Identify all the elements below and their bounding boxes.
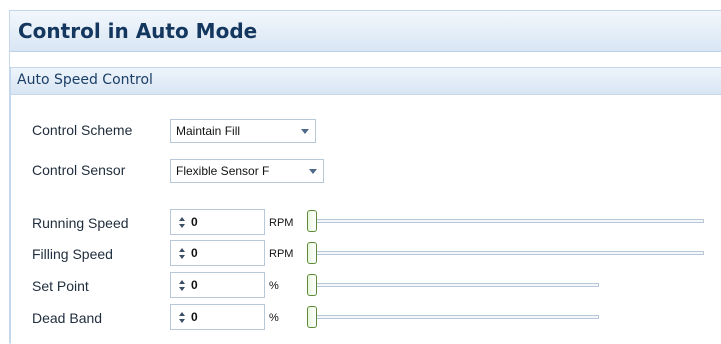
group-title: Auto Speed Control	[17, 72, 153, 88]
dead-band-label: Dead Band	[32, 310, 103, 326]
filling-speed-spinner[interactable]: 0	[170, 240, 265, 266]
group-header: Auto Speed Control	[11, 68, 721, 95]
spin-up-icon[interactable]	[179, 217, 185, 221]
auto-speed-control-group: Auto Speed Control Control Scheme Mainta…	[10, 67, 721, 344]
control-scheme-value: Maintain Fill	[176, 124, 241, 138]
dead-band-unit: %	[269, 312, 279, 324]
dead-band-slider-track[interactable]	[315, 315, 599, 319]
dead-band-slider-thumb[interactable]	[307, 306, 317, 328]
chevron-down-icon	[301, 129, 309, 134]
set-point-unit: %	[269, 280, 279, 292]
filling-speed-unit: RPM	[269, 248, 294, 260]
running-speed-value: 0	[191, 215, 198, 229]
set-point-slider-thumb[interactable]	[307, 274, 317, 296]
page-title: Control in Auto Mode	[18, 19, 258, 43]
set-point-slider-track[interactable]	[315, 283, 599, 287]
filling-speed-label: Filling Speed	[32, 246, 113, 262]
set-point-spinner[interactable]: 0	[170, 272, 265, 298]
spin-down-icon[interactable]	[179, 287, 185, 291]
control-scheme-label: Control Scheme	[32, 122, 133, 138]
filling-speed-slider-track[interactable]	[315, 251, 704, 255]
dead-band-value: 0	[191, 310, 198, 324]
control-sensor-dropdown[interactable]: Flexible Sensor F	[170, 159, 324, 183]
running-speed-slider-thumb[interactable]	[307, 210, 317, 232]
set-point-label: Set Point	[32, 278, 89, 294]
spin-down-icon[interactable]	[179, 319, 185, 323]
spin-down-icon[interactable]	[179, 255, 185, 259]
dead-band-spinner[interactable]: 0	[170, 304, 265, 330]
spin-up-icon[interactable]	[179, 248, 185, 252]
spin-up-icon[interactable]	[179, 312, 185, 316]
page-header: Control in Auto Mode	[10, 11, 721, 52]
spin-down-icon[interactable]	[179, 224, 185, 228]
running-speed-unit: RPM	[269, 217, 294, 229]
control-sensor-label: Control Sensor	[32, 162, 126, 178]
spin-up-icon[interactable]	[179, 280, 185, 284]
running-speed-label: Running Speed	[32, 215, 129, 231]
control-sensor-value: Flexible Sensor F	[176, 164, 270, 178]
running-speed-spinner[interactable]: 0	[170, 209, 265, 235]
filling-speed-value: 0	[191, 246, 198, 260]
auto-mode-panel: Control in Auto Mode Auto Speed Control …	[9, 10, 721, 344]
running-speed-slider-track[interactable]	[315, 219, 704, 223]
control-scheme-dropdown[interactable]: Maintain Fill	[170, 119, 316, 143]
chevron-down-icon	[309, 169, 317, 174]
set-point-value: 0	[191, 278, 198, 292]
filling-speed-slider-thumb[interactable]	[307, 242, 317, 264]
